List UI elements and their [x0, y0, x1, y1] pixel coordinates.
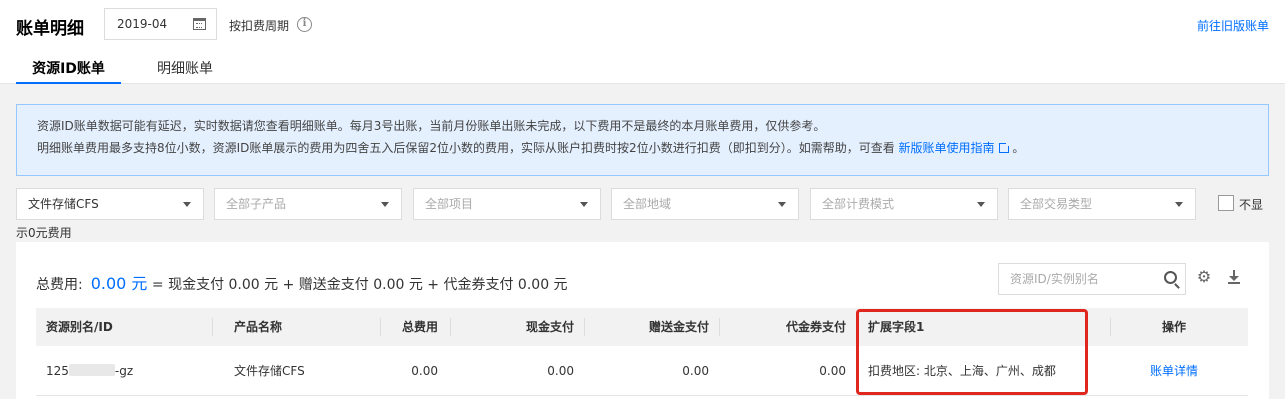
resource-id-prefix: 125: [46, 364, 69, 378]
cost-formula: = 现金支付 0.00 元 + 赠送金支付 0.00 元 + 代金券支付 0.0…: [151, 277, 568, 293]
region-select[interactable]: 全部地域: [611, 188, 799, 220]
col-action: 操作: [1162, 320, 1187, 334]
month-value: 2019-04: [117, 17, 168, 31]
sub-product-placeholder: 全部子产品: [226, 197, 287, 211]
billing-mode-select[interactable]: 全部计费模式: [810, 188, 998, 220]
region-placeholder: 全部地域: [623, 197, 672, 211]
highlight-annotation: [856, 309, 1088, 395]
billing-cycle-label: 按扣费周期: [229, 19, 290, 33]
bill-detail-link[interactable]: 账单详情: [1150, 346, 1198, 396]
chevron-down-icon: [1175, 202, 1183, 207]
project-select[interactable]: 全部项目: [413, 188, 601, 220]
hide-zero-checkbox[interactable]: [1218, 195, 1234, 211]
page-title: 账单明细: [16, 19, 84, 39]
search-input[interactable]: 资源ID/实例别名: [998, 263, 1186, 295]
guide-link-label: 新版账单使用指南: [898, 141, 995, 155]
info-icon[interactable]: i: [297, 17, 312, 32]
col-total: 总费用: [401, 320, 438, 334]
chevron-down-icon: [183, 202, 191, 207]
month-picker[interactable]: 2019-04: [104, 8, 217, 40]
cost-summary: 总费用: 0.00 元 = 现金支付 0.00 元 + 赠送金支付 0.00 元 …: [36, 270, 568, 294]
col-resource-id: 资源别名/ID: [46, 320, 113, 334]
product-cell: 文件存储CFS: [234, 364, 305, 378]
tab-resource-id-bill[interactable]: 资源ID账单: [16, 58, 121, 84]
notice-line-2-text: 明细账单费用最多支持8位小数，资源ID账单展示的费用为四舍五入后保留2位小数的费…: [37, 141, 895, 155]
calendar-icon: [193, 18, 206, 30]
download-icon[interactable]: [1226, 269, 1242, 285]
external-link-icon: [998, 142, 1010, 153]
masked-text: [68, 364, 115, 376]
notice-line-1: 资源ID账单数据可能有延迟，实时数据请您查看明细账单。每月3号出账，当前月份账单…: [37, 119, 826, 133]
resource-id-cell: 125 -gz: [46, 346, 133, 396]
search-icon[interactable]: [1164, 271, 1177, 284]
cash-cell: 0.00: [547, 364, 574, 378]
transaction-type-placeholder: 全部交易类型: [1020, 197, 1093, 211]
notice-line-2: 明细账单费用最多支持8位小数，资源ID账单展示的费用为四舍五入后保留2位小数的费…: [37, 137, 1268, 159]
old-version-link[interactable]: 前往旧版账单: [1197, 17, 1269, 34]
resource-id-suffix: -gz: [114, 364, 134, 378]
hide-zero-label: 不显: [1239, 198, 1264, 212]
billing-mode-placeholder: 全部计费模式: [822, 197, 895, 211]
gear-icon[interactable]: ⚙: [1196, 269, 1212, 285]
product-select[interactable]: 文件存储CFS: [16, 188, 204, 220]
total-cell: 0.00: [411, 364, 438, 378]
tab-detail-bill[interactable]: 明细账单: [157, 58, 213, 78]
project-placeholder: 全部项目: [425, 197, 474, 211]
hide-zero-label-wrap: 示0元费用: [16, 226, 72, 240]
gift-cell: 0.00: [682, 364, 709, 378]
total-amount: 0.00 元: [90, 274, 148, 293]
top-bar: 账单明细 2019-04 按扣费周期 i 前往旧版账单 资源ID账单 明细账单: [0, 0, 1285, 84]
voucher-cell: 0.00: [819, 364, 846, 378]
product-select-value: 文件存储CFS: [28, 197, 99, 211]
notice-banner: 资源ID账单数据可能有延迟，实时数据请您查看明细账单。每月3号出账，当前月份账单…: [16, 104, 1269, 176]
col-cash: 现金支付: [525, 320, 574, 334]
col-voucher: 代金券支付: [785, 320, 846, 334]
chevron-down-icon: [580, 202, 588, 207]
sub-product-select[interactable]: 全部子产品: [214, 188, 402, 220]
chevron-down-icon: [778, 202, 786, 207]
notice-line-2-suffix: 。: [1012, 141, 1025, 155]
chevron-down-icon: [977, 202, 985, 207]
col-product: 产品名称: [234, 320, 283, 334]
col-gift: 赠送金支付: [648, 320, 709, 334]
search-placeholder: 资源ID/实例别名: [1010, 272, 1099, 286]
guide-link[interactable]: 新版账单使用指南: [898, 141, 1010, 155]
chevron-down-icon: [381, 202, 389, 207]
total-label: 总费用:: [36, 277, 83, 293]
transaction-type-select[interactable]: 全部交易类型: [1008, 188, 1196, 220]
